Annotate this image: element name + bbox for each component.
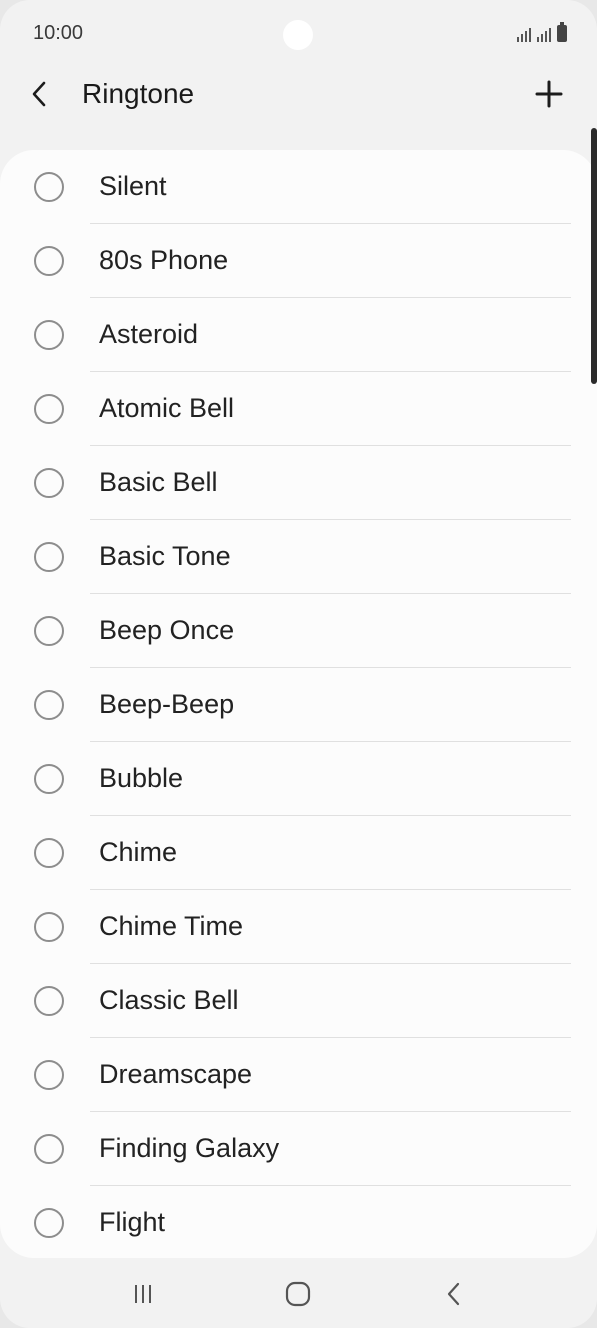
- list-item[interactable]: Beep-Beep: [0, 668, 597, 742]
- list-item[interactable]: Asteroid: [0, 298, 597, 372]
- list-item[interactable]: Silent: [0, 150, 597, 224]
- ringtone-label: Dreamscape: [99, 1059, 253, 1089]
- ringtone-label: Silent: [99, 171, 167, 201]
- radio-button[interactable]: [34, 1060, 64, 1090]
- add-ringtone-button[interactable]: [529, 74, 569, 114]
- home-button[interactable]: [278, 1278, 318, 1310]
- radio-button[interactable]: [34, 542, 64, 572]
- ringtone-label: Chime: [99, 837, 178, 867]
- recents-button[interactable]: [123, 1278, 163, 1310]
- list-item[interactable]: Basic Tone: [0, 520, 597, 594]
- ringtone-label: Flight: [99, 1207, 166, 1237]
- list-item[interactable]: Basic Bell: [0, 446, 597, 520]
- radio-button[interactable]: [34, 1134, 64, 1164]
- home-icon: [285, 1281, 311, 1307]
- list-item[interactable]: Chime Time: [0, 890, 597, 964]
- radio-button[interactable]: [34, 172, 64, 202]
- radio-button[interactable]: [34, 764, 64, 794]
- ringtone-label: Beep Once: [99, 615, 235, 645]
- app-header: Ringtone: [0, 60, 597, 130]
- ringtone-label: Basic Tone: [99, 541, 231, 571]
- back-button[interactable]: [22, 74, 58, 114]
- radio-button[interactable]: [34, 394, 64, 424]
- ringtone-label: Classic Bell: [99, 985, 239, 1015]
- ringtone-label: Asteroid: [99, 319, 199, 349]
- list-item[interactable]: Bubble: [0, 742, 597, 816]
- ringtone-label: Atomic Bell: [99, 393, 235, 423]
- list-item[interactable]: Classic Bell: [0, 964, 597, 1038]
- list-item[interactable]: Atomic Bell: [0, 372, 597, 446]
- radio-button[interactable]: [34, 912, 64, 942]
- radio-button[interactable]: [34, 246, 64, 276]
- list-item[interactable]: Finding Galaxy: [0, 1112, 597, 1186]
- radio-button[interactable]: [34, 838, 64, 868]
- front-camera: [283, 20, 313, 50]
- back-nav-button[interactable]: [434, 1278, 474, 1310]
- page-title: Ringtone: [82, 78, 195, 109]
- list-item[interactable]: Dreamscape: [0, 1038, 597, 1112]
- status-icons: [517, 22, 567, 42]
- back-icon: [447, 1282, 460, 1306]
- ringtone-label: Finding Galaxy: [99, 1133, 280, 1163]
- signal-icon-2: [537, 26, 551, 42]
- chevron-left-icon: [32, 81, 46, 107]
- battery-icon: [557, 22, 567, 42]
- list-item[interactable]: Chime: [0, 816, 597, 890]
- radio-button[interactable]: [34, 690, 64, 720]
- radio-button[interactable]: [34, 616, 64, 646]
- status-time: 10:00: [33, 22, 84, 44]
- list-item[interactable]: Beep Once: [0, 594, 597, 668]
- radio-button[interactable]: [34, 1208, 64, 1238]
- ringtone-label: 80s Phone: [99, 245, 229, 275]
- ringtone-label: Basic Bell: [99, 467, 218, 497]
- radio-button[interactable]: [34, 986, 64, 1016]
- navigation-bar: [0, 1258, 597, 1328]
- ringtone-label: Beep-Beep: [99, 689, 235, 719]
- ringtone-list[interactable]: Silent 80s Phone Asteroid Atomic Bell Ba…: [0, 150, 597, 1258]
- plus-icon: [535, 80, 563, 108]
- recents-icon: [135, 1285, 151, 1303]
- phone-screen: 10:00 Ringtone Silent 80s Phone Asteroid…: [0, 0, 597, 1328]
- signal-icon: [517, 26, 531, 42]
- ringtone-label: Chime Time: [99, 911, 244, 941]
- radio-button[interactable]: [34, 320, 64, 350]
- scrollbar[interactable]: [591, 128, 597, 384]
- list-item[interactable]: Flight: [0, 1186, 597, 1258]
- list-item[interactable]: 80s Phone: [0, 224, 597, 298]
- radio-button[interactable]: [34, 468, 64, 498]
- ringtone-label: Bubble: [99, 763, 184, 793]
